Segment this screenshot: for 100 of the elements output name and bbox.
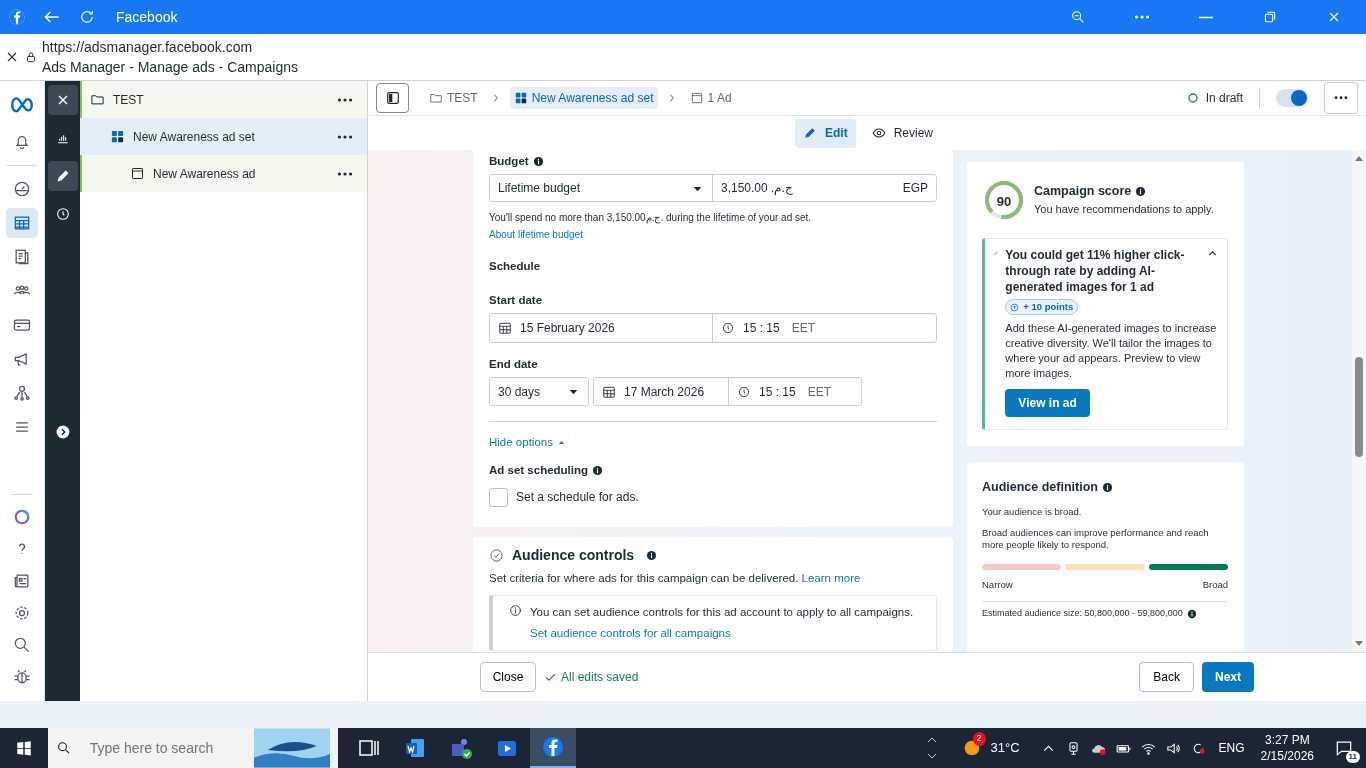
audience-size: Estimated audience size: 50,800,000 - 59,800,000 <box>982 607 1183 621</box>
points-badge: + 10 points <box>1005 299 1079 316</box>
panel-toggle-button[interactable] <box>376 83 409 113</box>
calendar-icon <box>498 320 512 335</box>
save-status: All edits saved <box>561 669 639 686</box>
minimize-icon <box>1198 15 1214 19</box>
more-icon <box>1334 96 1348 100</box>
more-icon <box>337 97 353 102</box>
window-icon <box>689 91 704 105</box>
about-link[interactable]: About lifetime budget <box>489 229 583 241</box>
browser-app-icon[interactable] <box>530 728 576 768</box>
restore-icon <box>1262 9 1278 25</box>
info-icon <box>1102 481 1113 493</box>
checkbox-label: Set a schedule for ads. <box>516 489 639 506</box>
budget-amount: ج.م. 3,150.00 <box>721 180 794 198</box>
more-button[interactable] <box>337 97 353 102</box>
recommendation-text: Add these AI-generated images to increase creative diversity. We'll tailor the images to where your ad appears. Preview to view more images. <box>1005 320 1218 381</box>
budget-type: Lifetime budget <box>498 180 582 198</box>
url-text[interactable]: https://adsmanager.facebook.com <box>42 37 299 57</box>
field-label: Budget <box>489 154 529 169</box>
audience-detail: Broad audiences can improve performance and reach more people likely to respond. <box>982 526 1210 551</box>
back-button[interactable]: Back <box>1139 662 1194 692</box>
restore-button[interactable] <box>1262 9 1278 25</box>
eye-icon <box>871 126 886 140</box>
windows-icon <box>15 739 33 757</box>
mode-tab[interactable]: Edit <box>795 118 856 148</box>
description-text: Set criteria for where ads for this campaign can be delivered. Learn more <box>489 570 862 586</box>
grid-icon <box>110 129 125 144</box>
reload-icon <box>78 8 96 26</box>
score-ring <box>982 178 1026 222</box>
tree-row[interactable]: New Awareness ad set <box>80 118 367 155</box>
more-button[interactable] <box>337 134 353 139</box>
reload-button[interactable] <box>78 8 96 26</box>
search-icon <box>56 740 72 756</box>
tree-label: New Awareness ad set <box>133 128 256 146</box>
scroll-up-icon[interactable] <box>926 736 937 744</box>
scroll-down-icon[interactable] <box>926 752 937 760</box>
tree-row[interactable]: TEST <box>80 81 367 118</box>
scrollbar-thumb[interactable] <box>1355 357 1363 457</box>
zoom-out-button[interactable] <box>1070 9 1086 25</box>
more-icon <box>337 171 353 176</box>
next-button[interactable]: Next <box>1202 662 1254 692</box>
arrow-up-icon <box>1010 302 1020 312</box>
more-button[interactable] <box>337 171 353 176</box>
learn-more-link[interactable]: Learn more <box>801 571 861 584</box>
end-time-field[interactable]: 15 : 15 EET <box>729 382 840 401</box>
close-button[interactable]: Close <box>480 662 536 692</box>
calendar-icon <box>602 384 616 399</box>
recommendation-title: You could get 11% higher click-through rate by adding AI-generated images for 1 ad <box>1005 247 1186 295</box>
duration-dropdown[interactable]: 30 days <box>489 377 589 406</box>
currency-label: EGP <box>902 180 928 198</box>
hide-options-link[interactable]: Hide options <box>489 434 566 452</box>
notice-text: You can set audience controls for this ad account to apply to all campaigns. <box>530 604 914 620</box>
tree-label: New Awareness ad <box>153 165 257 183</box>
audience-summary: Your audience is broad. <box>982 505 1082 517</box>
score-value: 90 <box>995 193 1013 211</box>
field-label: End date <box>489 357 538 370</box>
search-input[interactable]: Type here to search <box>87 736 238 760</box>
start-date-field[interactable]: 15 February 2026 <box>490 313 713 342</box>
info-icon <box>509 603 522 617</box>
window-title: Facebook <box>116 7 178 27</box>
info-icon <box>532 156 544 168</box>
expand-button[interactable] <box>55 425 70 439</box>
breadcrumb-link[interactable]: TEST <box>425 87 482 109</box>
app-logo-icon <box>541 735 565 759</box>
check-circle-icon <box>489 547 504 563</box>
close-panel-button[interactable] <box>47 85 78 115</box>
start-time-field[interactable]: 15 : 15 EET <box>713 318 824 337</box>
toggle-switch[interactable] <box>1276 89 1308 107</box>
sidebar-icon <box>384 90 401 106</box>
clock[interactable]: 3:27 PM 2/15/2026 <box>1260 732 1314 764</box>
tree-label: TEST <box>113 91 145 109</box>
clock-icon <box>721 320 735 335</box>
budget-note: You'll spend no more than 3,150.00ج.م. during the lifetime of your ad set. <box>489 212 812 224</box>
field-label: Ad set scheduling <box>489 463 589 479</box>
view-in-ad-button[interactable]: View in ad <box>1005 388 1090 417</box>
search-field[interactable]: Type here to search <box>48 728 338 768</box>
folder-icon <box>90 92 105 107</box>
pencil-icon[interactable] <box>47 161 78 191</box>
field-label: Start date <box>489 293 543 306</box>
mode-tab[interactable]: Review <box>863 118 942 148</box>
notification-badge: 2 <box>972 732 986 746</box>
end-date-field[interactable]: 17 March 2026 <box>594 378 729 405</box>
notification-button[interactable]: 11 <box>1330 733 1358 763</box>
tree-row[interactable]: New Awareness ad <box>80 155 367 192</box>
page-title: Ads Manager - Manage ads - Campaigns <box>42 58 299 77</box>
info-icon <box>1135 186 1147 198</box>
breadcrumb-link[interactable]: New Awareness ad set <box>509 87 658 109</box>
language-indicator[interactable]: ENG <box>1218 739 1245 757</box>
audience-controls-link[interactable]: Set audience controls for all campaigns <box>530 625 914 643</box>
card-title: Audience definition <box>982 478 1098 496</box>
info-icon <box>646 549 658 561</box>
table-icon[interactable] <box>6 208 38 238</box>
status-label: In draft <box>1205 90 1243 107</box>
lock-icon <box>24 50 38 64</box>
meter-label: Narrow <box>982 577 1013 592</box>
checkbox[interactable] <box>489 487 508 507</box>
breadcrumb-link[interactable]: 1 Ad <box>685 87 736 109</box>
minimize-button[interactable] <box>1198 15 1214 19</box>
clock-icon <box>737 384 751 399</box>
